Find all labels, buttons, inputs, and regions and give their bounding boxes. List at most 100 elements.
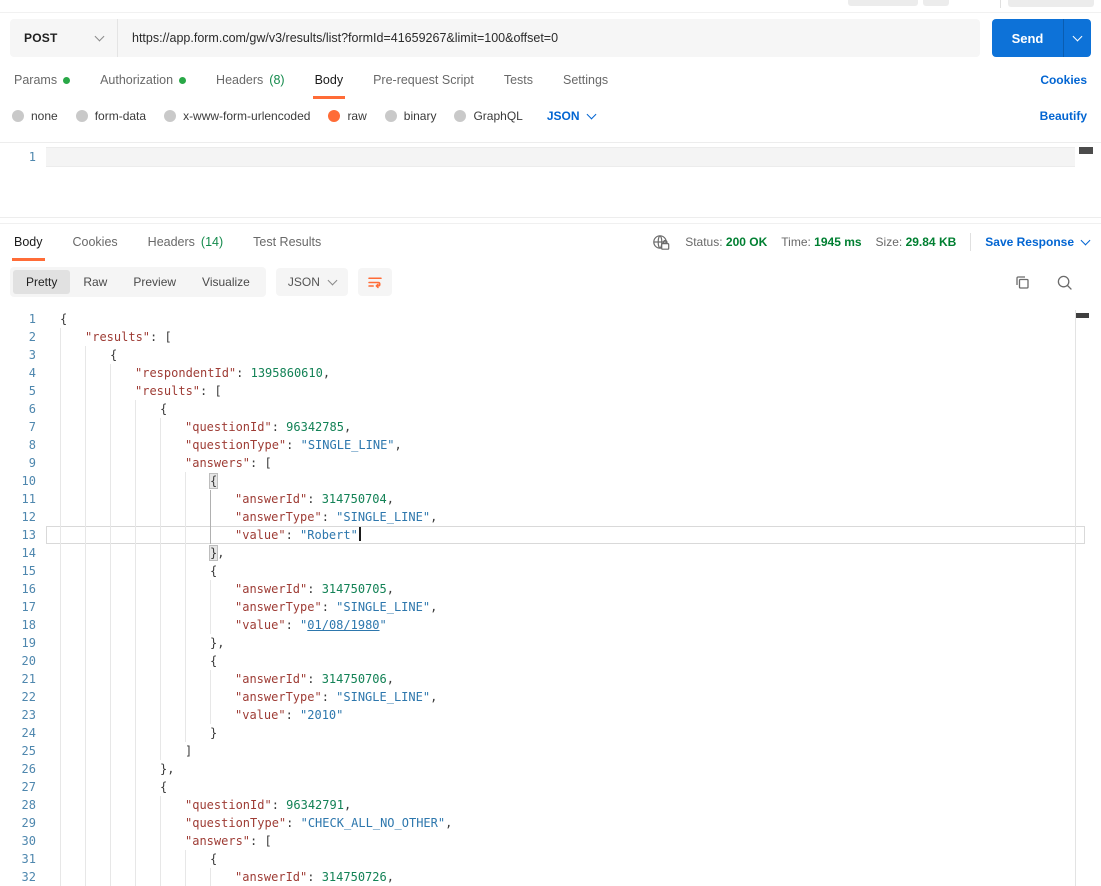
view-tab-raw[interactable]: Raw	[70, 270, 120, 294]
response-tab-headers[interactable]: Headers (14)	[146, 227, 225, 261]
indent-guide	[85, 472, 110, 490]
response-tab-cookies[interactable]: Cookies	[71, 227, 120, 261]
editor-scrollbar-thumb[interactable]	[1079, 147, 1093, 154]
line-number: 27	[21, 780, 36, 794]
token-p: :	[285, 618, 301, 632]
save-response-button[interactable]: Save Response	[985, 235, 1091, 249]
indent-guide	[110, 724, 135, 742]
wrap-lines-button[interactable]	[357, 268, 392, 296]
indent-guide	[160, 652, 185, 670]
indent-guide	[135, 814, 160, 832]
token-s: "SINGLE_LINE"	[336, 510, 431, 524]
request-body-editor[interactable]: 1	[0, 142, 1101, 218]
beautify-link[interactable]: Beautify	[1038, 109, 1089, 123]
line-content: "answers": [	[46, 454, 1085, 472]
line-number: 10	[21, 474, 36, 488]
indent-guide	[160, 706, 185, 724]
status-value: 200 OK	[725, 235, 768, 249]
method-dropdown[interactable]: POST	[10, 19, 118, 57]
body-mode-label: form-data	[94, 109, 147, 123]
view-tab-visualize[interactable]: Visualize	[189, 270, 263, 294]
view-tab-pretty[interactable]: Pretty	[13, 270, 71, 294]
body-mode-x-www-form-urlencoded[interactable]: x-www-form-urlencoded	[164, 109, 310, 123]
indent-guide	[110, 544, 135, 562]
line-number: 14	[21, 546, 36, 560]
token-p: :	[307, 672, 322, 686]
view-tab-preview[interactable]: Preview	[120, 270, 189, 294]
line-number: 29	[21, 816, 36, 830]
token-p: : [	[200, 384, 222, 398]
cookies-link[interactable]: Cookies	[1038, 65, 1089, 99]
tab-label: Body	[14, 235, 43, 249]
code-line-31: 31 {	[0, 850, 1101, 868]
request-tab-pre-request-script[interactable]: Pre-request Script	[371, 65, 476, 99]
indent-guide	[210, 706, 235, 724]
editor-line: 1	[0, 147, 1101, 167]
chevron-down-icon	[94, 31, 105, 42]
request-tab-body[interactable]: Body	[312, 65, 346, 99]
response-body-viewer[interactable]: 1{2 "results": [3{4 "respondentId": 139586…	[0, 303, 1101, 886]
indent-guide	[210, 688, 235, 706]
send-button[interactable]: Send	[992, 19, 1091, 57]
token-p: :	[321, 510, 337, 524]
indent-guide	[160, 472, 185, 490]
token-m: {	[210, 474, 218, 488]
cropped-button[interactable]	[848, 0, 918, 6]
indent-guide	[160, 598, 185, 616]
indent-guide	[135, 436, 160, 454]
token-p: :	[271, 798, 287, 812]
response-language-dropdown[interactable]: JSON	[275, 268, 348, 296]
line-number: 20	[21, 654, 36, 668]
code-line-23: 23 "value": "2010"	[0, 706, 1101, 724]
token-s: "SINGLE_LINE"	[336, 600, 431, 614]
line-number: 7	[28, 420, 36, 434]
line-number: 28	[21, 798, 36, 812]
indent-guide	[160, 562, 185, 580]
request-tab-params[interactable]: Params	[12, 65, 72, 99]
tab-count: (14)	[200, 235, 224, 249]
indent-guide	[110, 436, 135, 454]
token-p: :	[285, 708, 301, 722]
response-tab-body[interactable]: Body	[12, 227, 45, 261]
indent-guide	[160, 670, 185, 688]
body-mode-raw[interactable]: raw	[328, 109, 367, 123]
indent-guide	[185, 634, 210, 652]
indent-guide	[135, 850, 160, 868]
response-scrollbar-track[interactable]	[1075, 310, 1076, 886]
indent-guide	[185, 472, 210, 490]
url-input[interactable]	[118, 31, 980, 45]
send-options-arrow[interactable]	[1063, 19, 1091, 57]
request-tab-headers[interactable]: Headers (8)	[214, 65, 287, 99]
request-tab-authorization[interactable]: Authorization	[98, 65, 188, 99]
token-n: 96342785	[286, 420, 344, 434]
body-mode-form-data[interactable]: form-data	[75, 109, 147, 123]
cropped-button[interactable]	[923, 0, 949, 6]
code-line-7: 7 "questionId": 96342785,	[0, 418, 1101, 436]
token-n: 314750705	[321, 582, 387, 596]
token-p: : [	[250, 456, 272, 470]
code-line-10: 10 {	[0, 472, 1101, 490]
indent-guide	[60, 400, 85, 418]
body-mode-none[interactable]: none	[12, 109, 58, 123]
indent-guide	[135, 490, 160, 508]
request-tab-tests[interactable]: Tests	[502, 65, 535, 99]
indent-guide	[60, 526, 85, 544]
body-mode-graphql[interactable]: GraphQL	[454, 109, 523, 123]
search-button[interactable]	[1051, 269, 1077, 295]
code-line-28: 28 "questionId": 96342791,	[0, 796, 1101, 814]
body-language-dropdown[interactable]: JSON	[547, 109, 596, 123]
body-mode-label: GraphQL	[473, 109, 523, 123]
copy-button[interactable]	[1009, 269, 1035, 295]
response-tab-test-results[interactable]: Test Results	[251, 227, 323, 261]
indent-guide	[110, 400, 135, 418]
body-mode-binary[interactable]: binary	[384, 109, 436, 123]
request-tab-settings[interactable]: Settings	[561, 65, 610, 99]
copy-icon	[1015, 275, 1029, 289]
indent-guide	[60, 634, 85, 652]
response-scrollbar-thumb[interactable]	[1076, 313, 1089, 318]
request-url-row: POST Send	[10, 19, 1091, 57]
toolbar-divider	[1000, 0, 1001, 8]
indent-guide	[185, 706, 210, 724]
line-content: "answerType": "SINGLE_LINE",	[46, 598, 1085, 616]
cropped-button[interactable]	[1008, 0, 1094, 7]
